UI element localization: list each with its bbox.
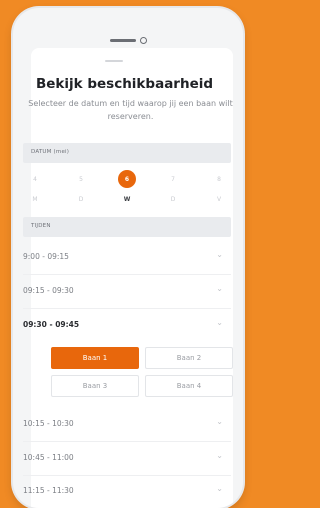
status-bar bbox=[13, 30, 243, 44]
date-day-number: 5 bbox=[79, 176, 83, 183]
court-option[interactable]: Baan 3 bbox=[51, 375, 139, 397]
speaker-icon bbox=[109, 39, 136, 42]
time-slot-label: 9:00 - 09:15 bbox=[23, 252, 69, 261]
date-day-number: 4 bbox=[33, 176, 37, 183]
time-slot[interactable]: 10:45 - 11:00 ⌄ bbox=[23, 441, 231, 476]
date-day-number: 6 bbox=[124, 176, 130, 183]
chevron-down-icon: ⌄ bbox=[216, 484, 223, 493]
chevron-down-icon: ⌄ bbox=[216, 451, 223, 460]
date-picker: 4 M 5 D 6 W 7 D 8 V bbox=[23, 170, 231, 208]
time-slot-label: 10:45 - 11:00 bbox=[23, 453, 74, 462]
sheet-grabber[interactable] bbox=[105, 60, 123, 62]
date-section-header: DATUM (mei) bbox=[23, 143, 231, 163]
time-slot-expanded[interactable]: 09:30 - 09:45 ⌄ bbox=[23, 308, 231, 342]
date-day-weekday: W bbox=[123, 196, 131, 203]
date-day-weekday: M bbox=[32, 196, 38, 203]
time-slot-label: 10:15 - 10:30 bbox=[23, 419, 74, 428]
time-slot-label: 11:15 - 11:30 bbox=[23, 486, 74, 495]
page-subtitle: Selecteer de datum en tijd waarop jij ee… bbox=[28, 99, 233, 121]
time-slot-label: 09:15 - 09:30 bbox=[23, 286, 74, 295]
date-section-label: DATUM (mei) bbox=[31, 149, 70, 155]
camera-icon bbox=[139, 37, 147, 44]
court-option[interactable]: Baan 4 bbox=[145, 375, 233, 397]
chevron-down-icon: ⌄ bbox=[216, 417, 223, 426]
date-day-weekday: V bbox=[216, 196, 222, 203]
chevron-down-icon: ⌄ bbox=[216, 318, 223, 327]
time-slot[interactable]: 11:15 - 11:30 ⌄ bbox=[23, 474, 231, 508]
time-slot[interactable]: 10:15 - 10:30 ⌄ bbox=[23, 407, 231, 442]
time-slot[interactable]: 9:00 - 09:15 ⌄ bbox=[23, 240, 231, 275]
date-day-number: 7 bbox=[171, 176, 175, 183]
court-option-selected[interactable]: Baan 1 bbox=[51, 347, 139, 369]
time-slot[interactable]: 09:15 - 09:30 ⌄ bbox=[23, 274, 231, 309]
date-day-weekday: D bbox=[78, 196, 84, 203]
court-option[interactable]: Baan 2 bbox=[145, 347, 233, 369]
page-title: Bekijk beschikbaarheid bbox=[35, 76, 214, 92]
chevron-down-icon: ⌄ bbox=[216, 250, 223, 259]
times-section-header: TIJDEN bbox=[23, 217, 231, 237]
date-day-number: 8 bbox=[217, 176, 221, 183]
time-slot-label: 09:30 - 09:45 bbox=[23, 320, 80, 329]
chevron-down-icon: ⌄ bbox=[216, 284, 223, 293]
times-section-label: TIJDEN bbox=[31, 223, 51, 229]
date-day-weekday: D bbox=[170, 196, 176, 203]
